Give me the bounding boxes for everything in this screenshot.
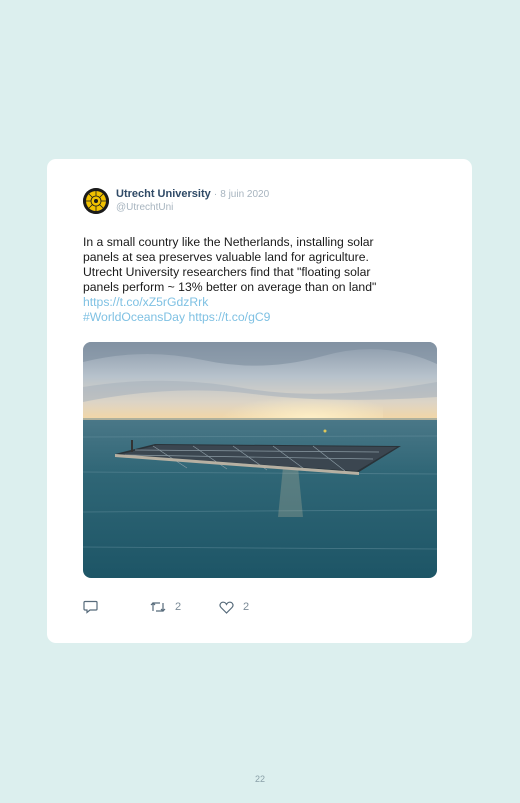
tweet-text-line: panels perform ~ 13% better on average t…: [83, 280, 377, 294]
heart-icon: [219, 601, 234, 614]
tweet-text-line: In a small country like the Netherlands,…: [83, 235, 374, 249]
hashtag-link[interactable]: #WorldOceansDay: [83, 310, 185, 324]
tweet-text-line: panels at sea preserves valuable land fo…: [83, 250, 369, 264]
separator-dot: ·: [213, 189, 218, 200]
avatar[interactable]: [83, 188, 109, 214]
tweet-photo[interactable]: [83, 342, 437, 578]
tweet-text-line: Utrecht University researchers find that…: [83, 265, 371, 279]
retweet-count: 2: [175, 601, 182, 613]
floating-solar-panels-photo: [83, 342, 437, 578]
tweet-actions: 2 2: [83, 599, 283, 615]
like-button[interactable]: 2: [219, 599, 249, 615]
reply-button[interactable]: [83, 599, 98, 615]
reply-icon: [83, 600, 98, 614]
tweet-card: Utrecht University · 8 juin 2020 @Utrech…: [47, 159, 472, 643]
page-number: 22: [254, 774, 265, 784]
tweet-date[interactable]: 8 juin 2020: [220, 189, 269, 200]
like-count: 2: [243, 601, 250, 613]
author-name[interactable]: Utrecht University: [116, 188, 211, 200]
tweet-link[interactable]: https://t.co/xZ5rGdzRrk: [83, 295, 208, 309]
tweet-link[interactable]: https://t.co/gC9: [188, 310, 270, 324]
author-handle[interactable]: @UtrechtUni: [116, 202, 173, 214]
retweet-icon: [150, 602, 166, 612]
tweet-text: In a small country like the Netherlands,…: [83, 235, 423, 325]
university-logo-icon: [83, 188, 109, 214]
retweet-button[interactable]: 2: [150, 599, 181, 615]
author-line: Utrecht University · 8 juin 2020: [116, 188, 269, 201]
